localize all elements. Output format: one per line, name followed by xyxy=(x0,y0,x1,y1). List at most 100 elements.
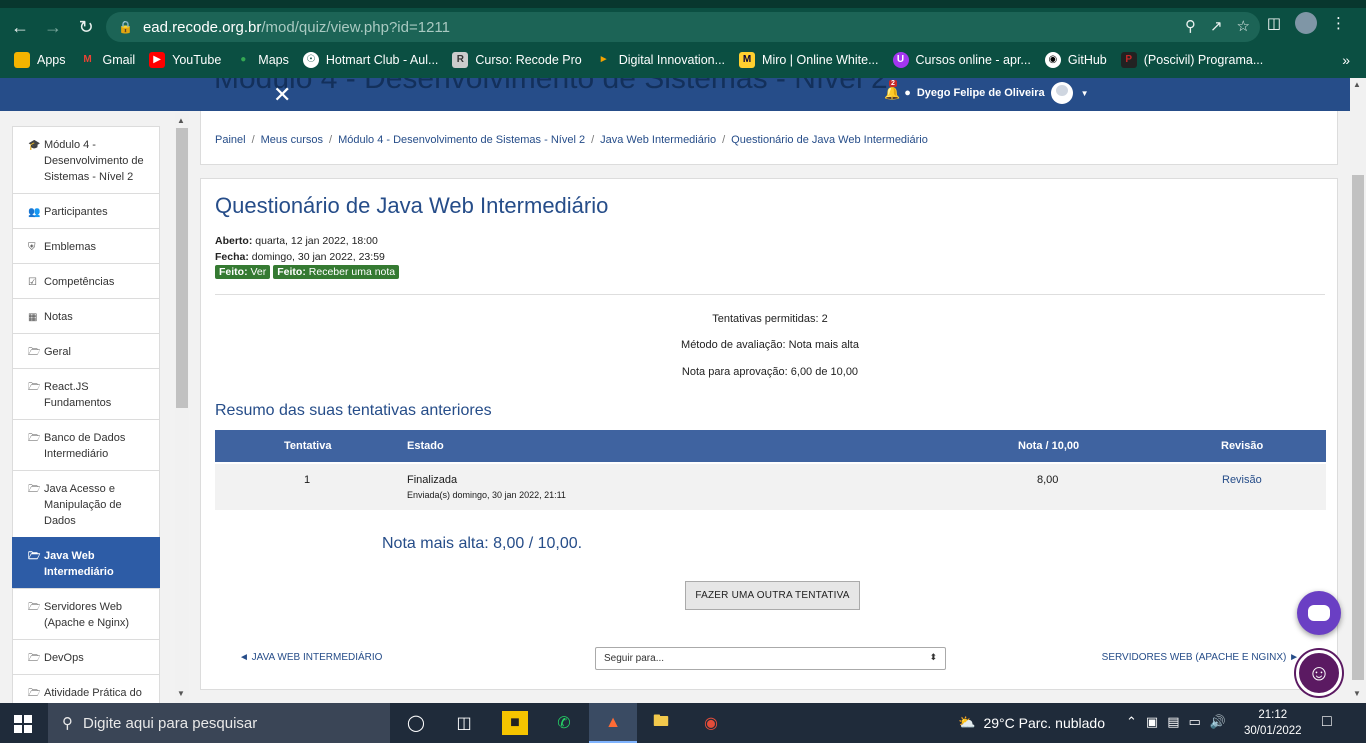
reload-icon[interactable]: ↻ xyxy=(73,14,99,40)
bookmark-hotmart[interactable]: ☉ Hotmart Club - Aul... xyxy=(302,52,438,68)
chrome-icon[interactable]: ◉ xyxy=(698,711,724,735)
jump-to-select[interactable]: Seguir para... ⬍ xyxy=(595,647,946,670)
task-view-icon[interactable]: ◫ xyxy=(451,711,477,735)
summary-title: Resumo das suas tentativas anteriores xyxy=(215,402,492,419)
folder-icon: 🗁 xyxy=(28,653,41,664)
battery-icon[interactable]: ▭ xyxy=(1189,714,1201,730)
file-explorer-icon[interactable]: 🖿 xyxy=(648,711,674,735)
avatar xyxy=(1050,82,1073,104)
chat-icon[interactable]: ● xyxy=(904,87,911,99)
tray-chevron-icon[interactable]: ⌃ xyxy=(1126,714,1137,730)
chat-widget-button[interactable] xyxy=(1297,591,1341,635)
taskbar-search-placeholder: Digite aqui para pesquisar xyxy=(83,714,258,732)
prev-activity-link[interactable]: ◄ JAVA WEB INTERMEDIÁRIO xyxy=(239,652,382,663)
closes-value: domingo, 30 jan 2022, 23:59 xyxy=(251,251,385,263)
volume-icon[interactable]: 🔊 xyxy=(1210,714,1226,730)
menu-icon[interactable]: ⋮ xyxy=(1331,14,1346,32)
course-sidebar: 🎓 Módulo 4 - Desenvolvimento de Sistemas … xyxy=(12,126,160,703)
status-badge: Feito: Ver xyxy=(215,265,271,279)
breadcrumb-my-courses[interactable]: Meus cursos xyxy=(261,134,323,146)
star-icon[interactable]: ☆ xyxy=(1237,17,1250,35)
sidebar-item-competencies[interactable]: ☑ Competências xyxy=(12,263,160,298)
sidebar-item-participants[interactable]: 👥 Participantes xyxy=(12,193,160,228)
review-link[interactable]: Revisão xyxy=(1222,474,1262,486)
zoom-icon[interactable]: ⚲ xyxy=(1185,17,1196,35)
user-name: Dyego Felipe de Oliveira xyxy=(916,87,1045,99)
breadcrumb-quiz[interactable]: Questionário de Java Web Intermediário xyxy=(731,134,928,146)
bookmark-gmail[interactable]: M Gmail xyxy=(80,52,135,68)
bookmark-youtube[interactable]: ▶ YouTube xyxy=(149,52,221,68)
accessibility-button[interactable]: ☺ xyxy=(1296,650,1342,696)
sidebar-item-course[interactable]: 🎓 Módulo 4 - Desenvolvimento de Sistemas … xyxy=(12,126,160,193)
bookmark-apps[interactable]: Apps xyxy=(14,52,66,68)
bell-icon[interactable]: 🔔 2 xyxy=(884,80,900,101)
col-attempt: Tentativa xyxy=(284,440,332,452)
bookmark-recode[interactable]: R Curso: Recode Pro xyxy=(452,52,582,68)
page-scroll-up-icon[interactable]: ▲ xyxy=(1353,80,1361,89)
windows-start-icon[interactable] xyxy=(14,715,32,733)
tray-device-icon[interactable]: ▣ xyxy=(1146,714,1158,730)
sidebar-scrollbar-thumb[interactable] xyxy=(176,128,188,408)
sidebar-item-practice[interactable]: 🗁Atividade Prática do Módulo 4 xyxy=(12,674,160,703)
folder-icon: 🗁 xyxy=(28,382,41,393)
weather-widget[interactable]: ⛅ 29°C Parc. nublado xyxy=(958,714,1105,731)
folder-icon: 🗁 xyxy=(28,688,41,699)
tab-strip xyxy=(0,0,1366,8)
forward-arrow-icon[interactable]: → xyxy=(40,14,66,40)
bookmark-poscivil[interactable]: P (Poscivil) Programa... xyxy=(1120,52,1263,68)
folder-icon: 🗁 xyxy=(28,551,41,562)
weather-text: 29°C Parc. nublado xyxy=(983,714,1106,731)
next-activity-link[interactable]: SERVIDORES WEB (APACHE E NGINX) ► xyxy=(1102,652,1299,663)
sidebar-item-general[interactable]: 🗁 Geral xyxy=(12,333,160,368)
taskbar-search[interactable]: ⚲ Digite aqui para pesquisar xyxy=(48,703,390,743)
sidebar-item-database[interactable]: 🗁 Banco de Dados Intermediário xyxy=(12,419,160,470)
whatsapp-icon[interactable]: ✆ xyxy=(551,711,577,735)
breadcrumb: Painel / Meus cursos / Módulo 4 - Desenvolvi… xyxy=(215,134,928,146)
bookmark-maps[interactable]: ● Maps xyxy=(235,52,289,68)
page-scrollbar-thumb[interactable] xyxy=(1352,175,1364,680)
sidebar-item-java-web[interactable]: 🗁 Java Web Intermediário xyxy=(12,537,160,588)
sidebar-scroll-down-icon[interactable]: ▼ xyxy=(177,689,185,698)
retry-button[interactable]: FAZER UMA OUTRA TENTATIVA xyxy=(685,581,860,610)
bookmark-udemy[interactable]: U Cursos online - apr... xyxy=(892,52,1031,68)
grading-method: Método de avaliação: Nota mais alta xyxy=(681,339,859,351)
sidebar-item-badges[interactable]: ⛨ Emblemas xyxy=(12,228,160,263)
sticky-notes-icon[interactable]: ■ xyxy=(502,711,528,735)
back-arrow-icon[interactable]: ← xyxy=(7,14,33,40)
bookmarks-overflow-icon[interactable]: » xyxy=(1342,52,1350,68)
select-arrows-icon: ⬍ xyxy=(929,652,937,662)
user-menu[interactable]: 🔔 2 ● Dyego Felipe de Oliveira ▼ xyxy=(884,80,1089,104)
cortana-icon[interactable]: ◯ xyxy=(403,711,429,735)
gmail-icon: M xyxy=(83,54,92,65)
clock-time: 21:12 xyxy=(1258,709,1288,721)
breadcrumb-dashboard[interactable]: Painel xyxy=(215,134,246,146)
bookmark-miro[interactable]: M Miro | Online White... xyxy=(739,52,879,68)
network-icon[interactable]: ▤ xyxy=(1167,714,1179,730)
sidebar-scroll-up-icon[interactable]: ▲ xyxy=(177,116,185,125)
page-scroll-down-icon[interactable]: ▼ xyxy=(1353,689,1361,698)
shield-icon: ⛨ xyxy=(28,242,36,253)
clock[interactable]: 21:12 30/01/2022 xyxy=(1244,707,1302,739)
sidebar-item-react[interactable]: 🗁 React.JS Fundamentos xyxy=(12,368,160,419)
sidebar-item-servers[interactable]: 🗁 Servidores Web (Apache e Nginx) xyxy=(12,588,160,639)
app-icon[interactable]: ▲ xyxy=(600,711,626,735)
profile-avatar-icon[interactable] xyxy=(1295,12,1317,34)
breadcrumb-course[interactable]: Módulo 4 - Desenvolvimento de Sistemas -… xyxy=(338,134,585,146)
share-icon[interactable]: ↗ xyxy=(1210,17,1223,35)
bookmark-dio[interactable]: ► Digital Innovation... xyxy=(596,52,725,68)
highest-grade: Nota mais alta: 8,00 / 10,00. xyxy=(382,535,583,552)
notifications-icon[interactable]: □ xyxy=(1322,713,1332,731)
address-row: ← → ↻ 🔒 ead.recode.org.br/mod/quiz/view.… xyxy=(0,8,1366,46)
address-bar[interactable]: 🔒 ead.recode.org.br/mod/quiz/view.php?id… xyxy=(106,12,1260,42)
url-host: ead.recode.org.br xyxy=(142,18,262,36)
completion-badges: Feito: Ver Feito: Receber uma nota xyxy=(215,265,400,279)
sidebar-item-grades[interactable]: ▦ Notas xyxy=(12,298,160,333)
sidebar-item-java-data[interactable]: 🗁 Java Acesso e Manipulação de Dados xyxy=(12,470,160,537)
breadcrumb-section[interactable]: Java Web Intermediário xyxy=(600,134,716,146)
sidebar-item-devops[interactable]: 🗁 DevOps xyxy=(12,639,160,674)
folder-icon: 🗁 xyxy=(28,433,41,444)
attempts-allowed: Tentativas permitidas: 2 xyxy=(712,313,828,325)
bookmark-github[interactable]: ◉ GitHub xyxy=(1044,52,1107,68)
sidepanel-icon[interactable]: ◫ xyxy=(1267,14,1281,32)
close-drawer-icon[interactable]: ✕ xyxy=(273,82,291,108)
